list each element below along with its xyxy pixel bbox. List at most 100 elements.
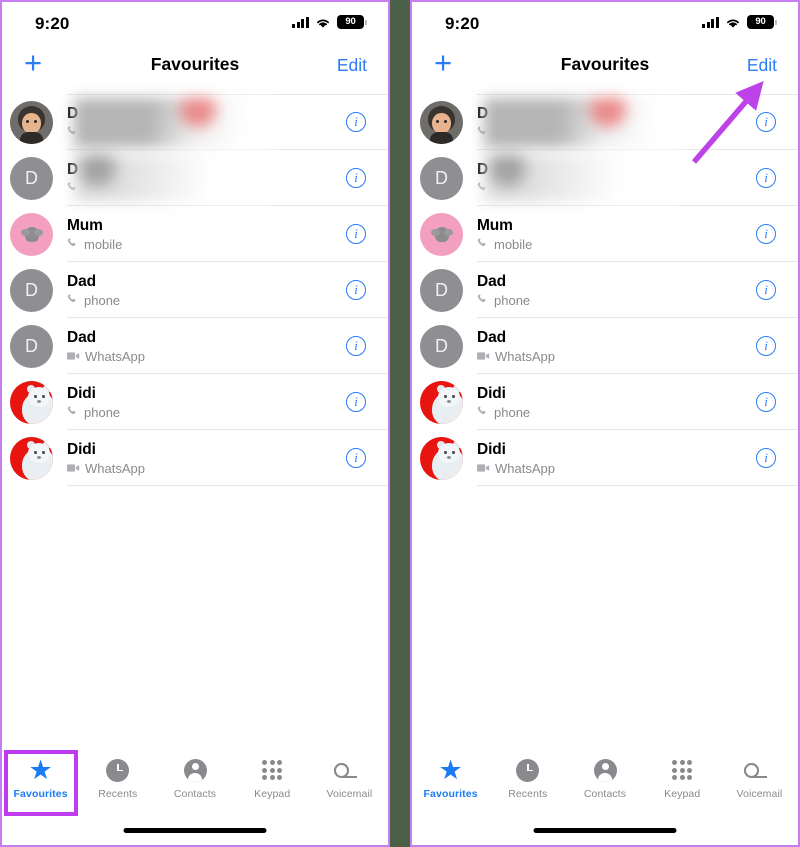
contact-info-icon[interactable]: i <box>756 168 776 188</box>
avatar <box>420 436 463 480</box>
keypad-grid-icon <box>672 756 693 784</box>
contact-info-icon[interactable]: i <box>756 224 776 244</box>
tab-recents[interactable]: Recents <box>489 756 566 820</box>
favourite-subtitle <box>477 181 756 197</box>
favourite-row[interactable]: Di <box>412 94 798 150</box>
contact-info-icon[interactable]: i <box>346 448 366 468</box>
phone-handset-icon <box>67 237 79 253</box>
phone-screenshot-left: 9:20 90 + Favourites Edit Di D Di Mum mobile… <box>0 0 390 847</box>
home-indicator <box>533 828 677 833</box>
tab-keypad[interactable]: Keypad <box>234 756 311 820</box>
edit-button-highlighted[interactable]: Edit <box>747 55 777 76</box>
phone-handset-icon <box>67 405 79 421</box>
contact-info-icon[interactable]: i <box>756 336 776 356</box>
star-icon: ★ <box>28 756 52 784</box>
favourite-row[interactable]: D Di <box>412 150 798 206</box>
favourite-text: D <box>477 160 756 197</box>
favourite-row[interactable]: Didi WhatsApp i <box>2 430 388 486</box>
favourite-text: Dad WhatsApp <box>67 328 346 365</box>
favourite-row[interactable]: D Dad WhatsApp i <box>2 318 388 374</box>
keypad-grid-icon <box>262 756 283 784</box>
star-icon: ★ <box>438 756 462 784</box>
status-indicators-right: 90 <box>702 15 777 29</box>
tab-voicemail[interactable]: Voicemail <box>311 756 388 820</box>
cellular-signal-icon <box>292 16 309 28</box>
clock-icon <box>516 758 540 782</box>
favourites-list-left: Di D Di Mum mobile i D Dad phone i D Dad WhatsApp i Di… <box>2 94 388 486</box>
favourite-name: D <box>67 104 79 122</box>
favourite-subtitle: phone <box>67 405 346 421</box>
star-icon: ★ <box>28 754 53 785</box>
favourite-subtitle: WhatsApp <box>477 349 756 365</box>
favourite-text: Didi WhatsApp <box>67 440 346 477</box>
person-circle-icon <box>593 758 617 782</box>
favourite-row[interactable]: D Dad WhatsApp i <box>412 318 798 374</box>
tab-contacts[interactable]: Contacts <box>156 756 233 820</box>
tab-label: Keypad <box>254 788 291 800</box>
phone-handset-icon <box>67 181 79 197</box>
tab-contacts[interactable]: Contacts <box>566 756 643 820</box>
tab-voicemail[interactable]: Voicemail <box>721 756 798 820</box>
favourite-subtitle-label: WhatsApp <box>495 460 555 476</box>
tab-favourites[interactable]: ★ Favourites <box>412 756 489 820</box>
voicemail-icon <box>334 756 364 784</box>
contact-info-icon[interactable]: i <box>756 448 776 468</box>
contact-info-icon[interactable]: i <box>346 336 366 356</box>
tab-keypad[interactable]: Keypad <box>644 756 721 820</box>
nav-bar: + Favourites Edit <box>2 47 388 94</box>
favourite-row[interactable]: Mum mobile i <box>2 206 388 262</box>
tab-favourites[interactable]: ★ Favourites <box>2 756 79 820</box>
tab-list: ★ Favourites Recents Contacts Keypad Voicemai… <box>2 748 388 820</box>
favourite-text: Dad phone <box>477 272 756 309</box>
edit-button[interactable]: Edit <box>337 55 367 76</box>
favourite-name: Mum <box>67 216 103 234</box>
favourite-subtitle: WhatsApp <box>67 349 346 365</box>
tab-list-right: ★ Favourites Recents Contacts Keypad Voicemai… <box>412 748 798 820</box>
screenshot-canvas: 9:20 90 + Favourites Edit Di D Di Mum mobile… <box>0 0 800 847</box>
contact-info-icon[interactable]: i <box>346 392 366 412</box>
avatar-initial: D <box>25 335 38 356</box>
contact-info-icon[interactable]: i <box>346 280 366 300</box>
contact-info-icon[interactable]: i <box>346 168 366 188</box>
tab-recents[interactable]: Recents <box>79 756 156 820</box>
contact-info-icon[interactable]: i <box>756 112 776 132</box>
avatar-initial: D <box>435 167 448 188</box>
avatar-initial: D <box>25 279 38 300</box>
avatar: D <box>10 324 53 368</box>
video-camera-icon <box>67 349 80 365</box>
favourite-name: Dad <box>477 272 506 290</box>
avatar <box>10 436 53 480</box>
favourite-row[interactable]: Didi phone i <box>2 374 388 430</box>
battery-icon: 90 <box>337 15 367 29</box>
avatar <box>420 100 463 144</box>
contact-info-icon[interactable]: i <box>346 224 366 244</box>
favourite-row[interactable]: Didi WhatsApp i <box>412 430 798 486</box>
favourite-subtitle: WhatsApp <box>67 461 346 477</box>
star-icon: ★ <box>438 754 463 785</box>
favourite-subtitle <box>67 181 346 197</box>
battery-level: 90 <box>345 16 356 28</box>
avatar: D <box>420 268 463 312</box>
favourite-text: Dad phone <box>67 272 346 309</box>
favourite-name: Didi <box>477 384 506 402</box>
tab-label: Voicemail <box>326 788 373 800</box>
favourite-row[interactable]: Di <box>2 94 388 150</box>
page-title: Favourites <box>150 54 240 74</box>
favourite-row[interactable]: Didi phone i <box>412 374 798 430</box>
favourite-text: Didi phone <box>67 384 346 421</box>
favourite-subtitle: phone <box>67 293 346 309</box>
favourite-row[interactable]: D Dad phone i <box>2 262 388 318</box>
favourite-text: Mum mobile <box>477 216 756 253</box>
contact-info-icon[interactable]: i <box>346 112 366 132</box>
tab-label: Contacts <box>583 788 627 800</box>
avatar <box>420 380 463 424</box>
favourite-row[interactable]: Mum mobile i <box>412 206 798 262</box>
avatar: D <box>10 156 53 200</box>
contact-info-icon[interactable]: i <box>756 280 776 300</box>
contact-info-icon[interactable]: i <box>756 392 776 412</box>
phone-handset-icon <box>477 237 489 253</box>
favourite-row[interactable]: D Di <box>2 150 388 206</box>
favourite-subtitle-label: phone <box>84 404 121 420</box>
favourite-row[interactable]: D Dad phone i <box>412 262 798 318</box>
voicemail-icon <box>744 756 774 784</box>
